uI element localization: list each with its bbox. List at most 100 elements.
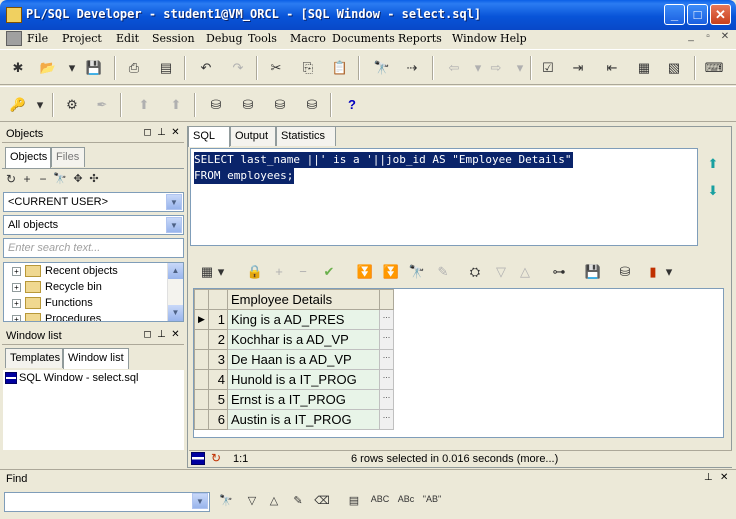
cell-ellipsis-button[interactable]: ... (379, 409, 394, 430)
explain-plan-icon[interactable]: ⛁ (302, 95, 322, 115)
database-icon[interactable]: ⛁ (206, 95, 226, 115)
filter-icon[interactable]: ✥ (70, 171, 86, 187)
scroll-up-icon[interactable]: ▲ (168, 263, 183, 279)
single-record-view-icon[interactable]: ⛭ (465, 262, 485, 282)
minimize-button[interactable]: _ (664, 4, 685, 25)
cut-icon[interactable]: ✂ (266, 58, 286, 78)
menu-documents[interactable]: Documents (332, 32, 395, 45)
cell-employee-details[interactable]: De Haan is a AD_VP (227, 349, 380, 370)
highlight-icon[interactable]: ✎ (288, 494, 308, 510)
tab-objects[interactable]: Objects (5, 147, 51, 168)
delete-record-icon[interactable]: − (293, 262, 313, 282)
panel-close-icon[interactable]: ✕ (720, 472, 728, 483)
uncomment-icon[interactable]: ▧ (664, 58, 684, 78)
copy-icon[interactable]: ⎘ (298, 58, 318, 78)
tab-templates[interactable]: Templates (5, 348, 63, 368)
post-changes-icon[interactable]: ✔ (319, 262, 339, 282)
print-preview-icon[interactable]: ▤ (156, 58, 176, 78)
column-header-employee-details[interactable]: Employee Details (227, 289, 380, 310)
clear-record-icon[interactable]: ✎ (433, 262, 453, 282)
mdi-close-button[interactable]: ✕ (717, 31, 733, 45)
tree-node-recent-objects[interactable]: + Recent objects (12, 265, 118, 281)
paste-icon[interactable]: 📋 (330, 58, 350, 78)
add-icon[interactable]: + (20, 171, 34, 187)
tab-window-list[interactable]: Window list (63, 348, 129, 369)
expand-icon[interactable]: + (12, 266, 21, 276)
cell-ellipsis-button[interactable]: ... (379, 309, 394, 330)
panel-restore-icon[interactable]: ◻ (142, 329, 153, 340)
find-input[interactable]: ▼ (4, 492, 210, 512)
clear-highlight-icon[interactable]: ⌫ (312, 494, 332, 510)
execute-gear-icon[interactable]: ⚙ (62, 95, 82, 115)
grid-select-dropdown-icon[interactable]: ▾ (215, 262, 227, 282)
grid-select-icon[interactable]: ▦ (197, 262, 217, 282)
insert-record-icon[interactable]: + (269, 262, 289, 282)
chevron-down-icon[interactable]: ▼ (166, 194, 182, 210)
find-binoculars-icon[interactable]: 🔭 (216, 494, 236, 510)
menu-help[interactable]: Help (500, 32, 527, 45)
table-row[interactable]: 2 Kochhar is a AD_VP ... (194, 329, 394, 350)
mdi-restore-button[interactable]: ▫ (700, 31, 716, 45)
object-search-input[interactable]: Enter search text... (3, 238, 184, 258)
tab-sql[interactable]: SQL (188, 126, 230, 147)
help-question-icon[interactable]: ? (342, 95, 362, 115)
mdi-window-icon[interactable] (6, 31, 22, 46)
table-row[interactable]: ▶ 1 King is a AD_PRES ... (194, 309, 394, 330)
table-row[interactable]: 6 Austin is a IT_PROG ... (194, 409, 394, 430)
tree-scrollbar[interactable]: ▲ ▼ (167, 263, 183, 321)
tree-node-functions[interactable]: + Functions (12, 297, 93, 313)
expand-icon[interactable]: + (12, 282, 21, 292)
find-previous-icon[interactable]: △ (264, 494, 284, 510)
panel-close-icon[interactable]: ✕ (170, 127, 181, 138)
open-icon[interactable]: 📂 (38, 58, 58, 78)
chevron-down-icon[interactable]: ▼ (166, 217, 182, 233)
maximize-button[interactable]: □ (687, 4, 708, 25)
expand-icon[interactable]: + (12, 314, 21, 321)
menu-reports[interactable]: Reports (398, 32, 442, 45)
command-database-icon[interactable]: ⛁ (270, 95, 290, 115)
whole-words-icon[interactable]: ▤ (344, 494, 364, 510)
menu-debug[interactable]: Debug (206, 32, 243, 45)
user-combo[interactable]: <CURRENT USER> ▼ (3, 192, 184, 212)
tree-node-procedures[interactable]: + Procedures (12, 313, 101, 321)
table-row[interactable]: 5 Ernst is a IT_PROG ... (194, 389, 394, 410)
next-page-icon[interactable]: ▽ (491, 262, 511, 282)
query-by-example-icon[interactable]: 🔭 (407, 262, 427, 282)
table-row[interactable]: 3 De Haan is a AD_VP ... (194, 349, 394, 370)
tab-output[interactable]: Output (230, 126, 276, 146)
fetch-next-icon[interactable]: ⏬ (355, 262, 375, 282)
redo-icon[interactable]: ↷ (228, 58, 248, 78)
fetch-last-icon[interactable]: ⏬ (381, 262, 401, 282)
cell-employee-details[interactable]: Ernst is a IT_PROG (227, 389, 380, 410)
regex-button[interactable]: "AB" (420, 494, 444, 510)
sql-editor[interactable]: SELECT last_name ||' is a '||job_id AS "… (190, 148, 698, 246)
break-icon[interactable]: ✒ (92, 95, 112, 115)
match-case-button[interactable]: ABc (394, 494, 418, 510)
cell-ellipsis-button[interactable]: ... (379, 369, 394, 390)
cell-employee-details[interactable]: King is a AD_PRES (227, 309, 380, 330)
cell-employee-details[interactable]: Austin is a IT_PROG (227, 409, 380, 430)
panel-pin-icon[interactable]: ⊥ (156, 127, 167, 138)
new-icon[interactable]: ✱ (8, 58, 28, 78)
scroll-down-icon[interactable]: ▼ (168, 305, 183, 321)
navigate-forward-dropdown-icon[interactable]: ▾ (510, 58, 530, 78)
mdi-minimize-button[interactable]: _ (683, 31, 699, 45)
find-object-icon[interactable]: 🔭 (52, 171, 68, 187)
arrow-down-icon[interactable]: ⬇ (706, 184, 720, 198)
tab-statistics[interactable]: Statistics (276, 126, 336, 146)
panel-close-icon[interactable]: ✕ (170, 329, 181, 340)
chart-dropdown-icon[interactable]: ▾ (663, 262, 675, 282)
previous-page-icon[interactable]: △ (515, 262, 535, 282)
menu-edit[interactable]: Edit (116, 32, 139, 45)
chevron-down-icon[interactable]: ▼ (192, 493, 208, 509)
menu-project[interactable]: Project (62, 32, 102, 45)
tree-structure-icon[interactable]: ⊶ (549, 262, 569, 282)
window-list-item[interactable]: SQL Window - select.sql (5, 372, 138, 385)
save-icon[interactable]: 💾 (84, 58, 104, 78)
case-sensitive-button[interactable]: ABC (368, 494, 392, 510)
logon-dropdown-icon[interactable]: ▾ (30, 95, 50, 115)
projector-icon[interactable]: ⌨ (704, 58, 724, 78)
cell-ellipsis-button[interactable]: ... (379, 389, 394, 410)
menu-session[interactable]: Session (152, 32, 195, 45)
cell-ellipsis-button[interactable]: ... (379, 349, 394, 370)
